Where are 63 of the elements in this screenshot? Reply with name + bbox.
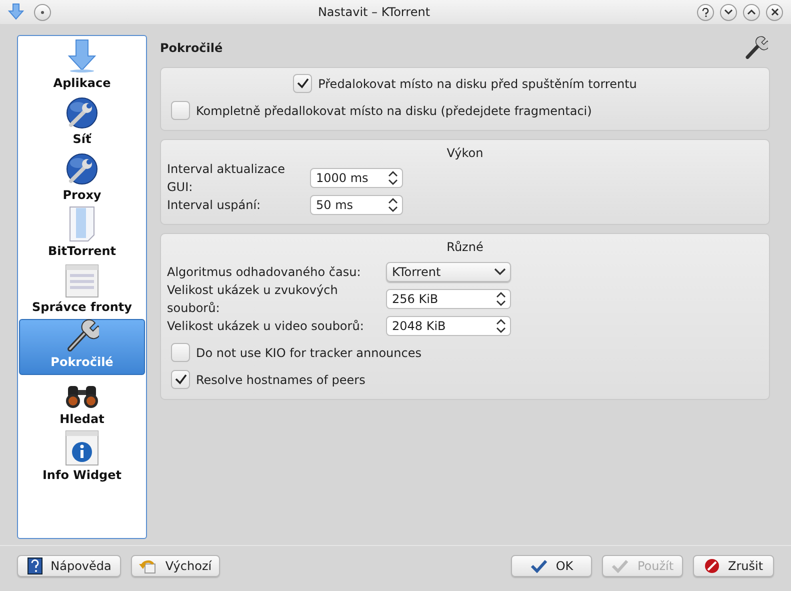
question-icon	[702, 8, 709, 16]
globe-wrench-icon	[65, 152, 99, 186]
checkbox[interactable]	[293, 74, 312, 93]
chevron-down-icon	[494, 268, 506, 276]
spin-box[interactable]: 2048 KiB	[386, 316, 511, 336]
checkbox-label: Předalokovat místo na disku před spuštěním torrentu	[318, 76, 637, 92]
checkbox[interactable]	[171, 343, 190, 362]
dialog-button[interactable]: OK	[511, 554, 592, 576]
checkbox[interactable]	[171, 101, 190, 120]
page-title: Pokročilé	[160, 40, 223, 57]
close-icon	[770, 8, 778, 16]
group-title: Výkon	[446, 145, 484, 162]
window-title: Nastavit – KTorrent	[316, 4, 432, 21]
binoculars-icon	[64, 384, 100, 410]
spin-arrows-icon	[388, 198, 398, 212]
field-label: Interval aktualizace GUI:	[167, 160, 286, 196]
window-list-icon	[65, 264, 99, 298]
checkbox[interactable]	[171, 370, 190, 389]
dialog-button[interactable]: Nápověda	[17, 554, 121, 576]
minimize-button[interactable]	[720, 4, 737, 20]
close-button[interactable]	[766, 4, 783, 20]
check-icon	[174, 374, 186, 385]
info-window-icon	[65, 430, 99, 466]
chevron-up-icon	[747, 9, 756, 15]
checkmark-icon	[530, 558, 548, 572]
sidebar-item[interactable]: BitTorrent	[19, 207, 145, 263]
spin-arrows-icon	[496, 318, 506, 332]
spin-arrows-icon	[496, 292, 506, 306]
dialog-button[interactable]: Výchozí	[131, 554, 220, 576]
dialog-button[interactable]: Zrušit	[693, 554, 774, 576]
wrench-icon	[65, 319, 99, 353]
chevron-down-icon	[724, 9, 733, 15]
download-arrow-icon	[8, 3, 24, 21]
spin-arrows-icon	[388, 170, 398, 184]
undo-arrow-icon	[139, 558, 158, 574]
field-label: Interval uspání:	[167, 196, 262, 214]
cancel-icon	[704, 558, 720, 574]
sidebar-item[interactable]: Hledat	[19, 375, 145, 431]
maximize-button[interactable]	[743, 4, 760, 20]
checkbox-label: Resolve hostnames of peers	[196, 372, 366, 388]
field-label: Velikost ukázek u zvukových souborů:	[167, 282, 339, 316]
globe-wrench-icon	[65, 96, 99, 130]
help-button[interactable]	[697, 4, 714, 20]
check-icon	[296, 78, 309, 89]
group-title: Různé	[446, 239, 484, 256]
spin-box[interactable]: 50 ms	[310, 194, 403, 214]
field-label: Algoritmus odhadovaného času:	[167, 264, 362, 280]
sidebar-item[interactable]: Síť	[19, 95, 145, 151]
checkmark-icon	[611, 558, 630, 572]
sidebar-item[interactable]: Proxy	[19, 151, 145, 207]
document-icon	[67, 206, 97, 242]
window-menu-button[interactable]	[34, 4, 51, 20]
wrench-icon	[744, 36, 768, 60]
checkbox-label: Do not use KIO for tracker announces	[196, 344, 422, 362]
dropdown[interactable]: KTorrent	[386, 262, 511, 282]
sidebar-item[interactable]: Aplikace	[19, 39, 145, 95]
help-book-icon	[26, 556, 43, 574]
checkbox-label: Kompletně předallokovat místo na disku (předejdete fragmentaci)	[196, 102, 592, 120]
spin-box[interactable]: 256 KiB	[386, 288, 511, 308]
spin-box[interactable]: 1000 ms	[310, 168, 403, 188]
sidebar-item[interactable]: Správce fronty	[19, 263, 145, 319]
field-label: Velikost ukázek u video souborů:	[167, 318, 365, 334]
sidebar-item[interactable]: Info Widget	[19, 431, 145, 487]
